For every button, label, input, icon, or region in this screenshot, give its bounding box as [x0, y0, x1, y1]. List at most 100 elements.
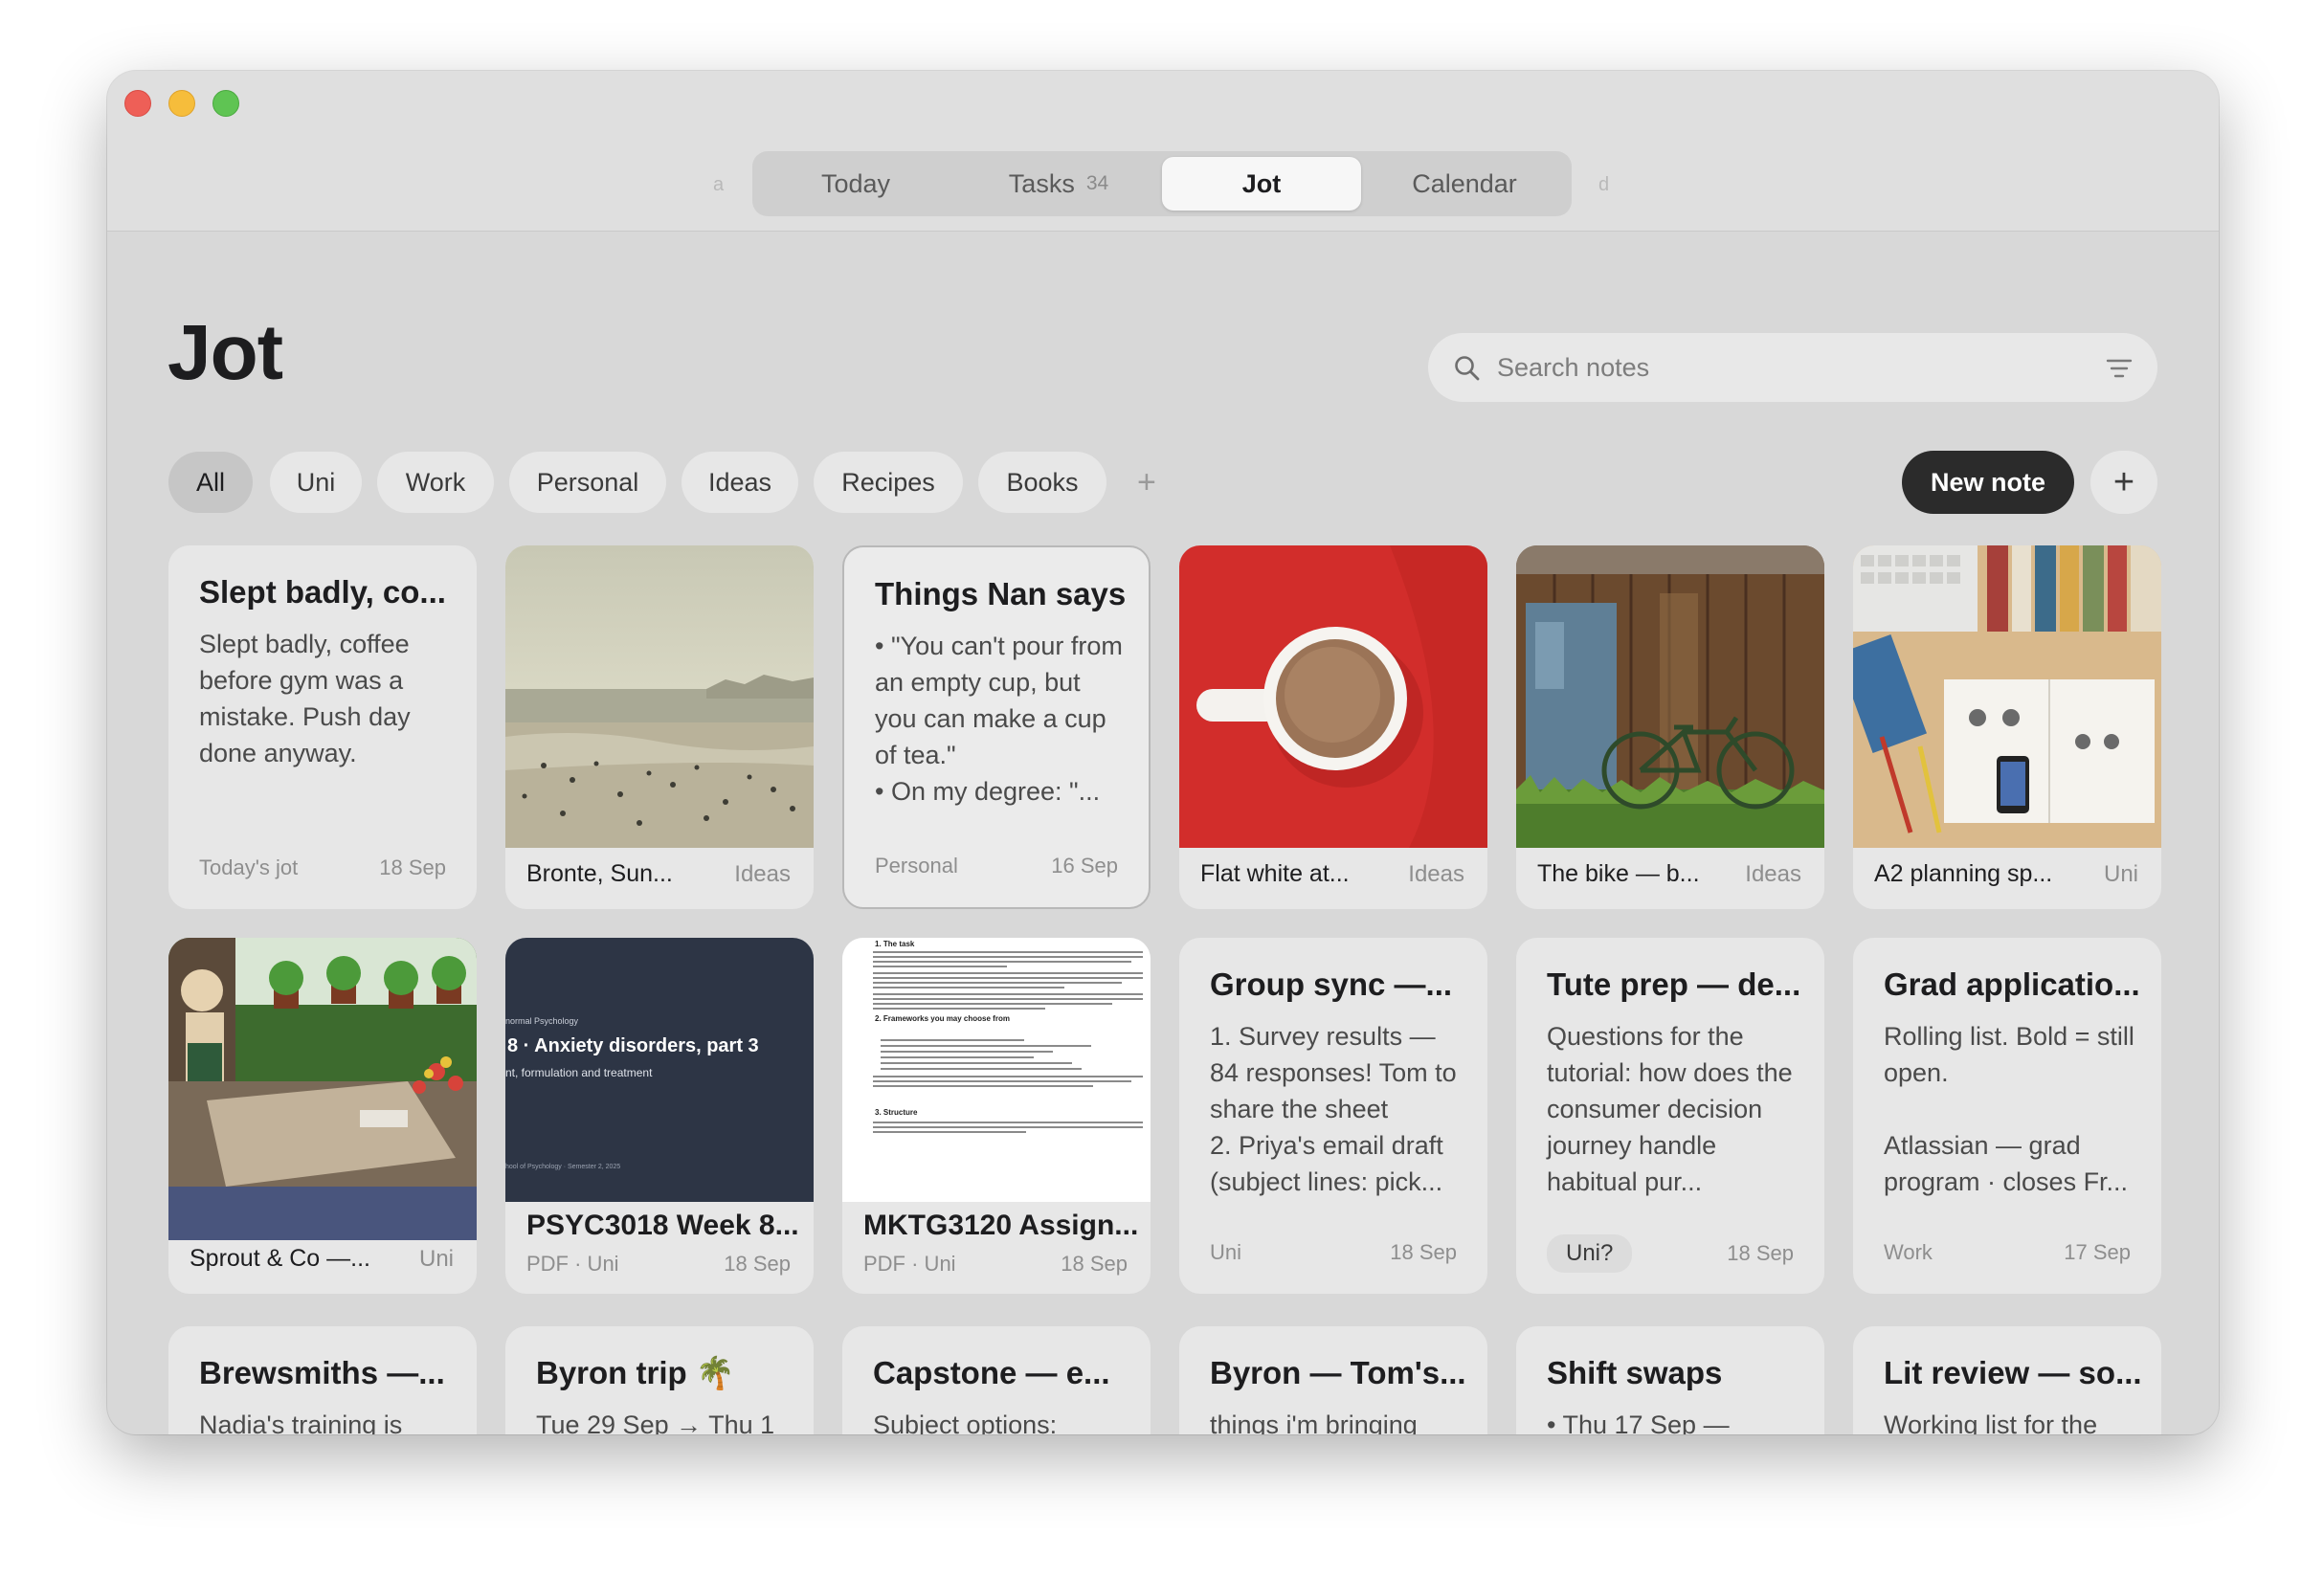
- page-title: Jot: [168, 309, 283, 396]
- note-card-shift-swaps[interactable]: Shift swaps • Thu 17 Sep —: [1516, 1326, 1824, 1434]
- card-tag: Uni: [418, 1246, 454, 1272]
- card-footer: Uni 18 Sep: [1210, 1240, 1457, 1265]
- card-body: • Thu 17 Sep —: [1547, 1410, 1730, 1434]
- tab-jot[interactable]: Jot: [1162, 157, 1361, 211]
- note-card-byron-toms[interactable]: Byron — Tom's... things i'm bringing: [1179, 1326, 1487, 1434]
- card-title: The bike — b...: [1537, 860, 1700, 887]
- tab-today[interactable]: Today: [756, 157, 955, 211]
- tab-calendar[interactable]: Calendar: [1365, 157, 1564, 211]
- filter-chip-recipes[interactable]: Recipes: [814, 452, 963, 513]
- add-filter-button[interactable]: +: [1137, 463, 1156, 501]
- add-button[interactable]: +: [2090, 451, 2157, 514]
- bicycle-photo: [1516, 545, 1824, 848]
- note-card-things-nan-says[interactable]: Things Nan says • "You can't pour from a…: [842, 545, 1151, 909]
- card-date: 17 Sep: [2064, 1240, 2131, 1264]
- card-footer: Work 17 Sep: [1884, 1240, 2131, 1265]
- tasks-count-badge: 34: [1085, 172, 1109, 194]
- card-tag: Ideas: [1745, 861, 1801, 887]
- card-tag: Personal: [875, 854, 958, 877]
- card-body: • "You can't pour from an empty cup, but…: [875, 632, 1123, 806]
- search-bar: [1428, 333, 2157, 402]
- pdf-card-psyc3018[interactable]: normal Psychology 8 · Anxiety disorders,…: [505, 938, 814, 1294]
- card-tag: Ideas: [734, 861, 791, 887]
- card-footer: Personal 16 Sep: [875, 854, 1118, 878]
- slide-subheading: nt, formulation and treatment: [505, 1066, 653, 1079]
- note-card-group-sync[interactable]: Group sync —... 1. Survey results — 84 r…: [1179, 938, 1487, 1294]
- card-title: Byron trip 🌴: [536, 1355, 735, 1390]
- filter-chip-personal[interactable]: Personal: [509, 452, 666, 513]
- card-footer: PDF · Uni 18 Sep: [526, 1252, 791, 1277]
- note-card-lit-review[interactable]: Lit review — so... Working list for the: [1853, 1326, 2161, 1434]
- card-title: Shift swaps: [1547, 1355, 1723, 1390]
- search-input[interactable]: [1497, 346, 2071, 389]
- suggested-tag-badge[interactable]: Uni?: [1547, 1234, 1633, 1273]
- pdf-card-mktg3120[interactable]: 1. The task 2. Frameworks you may choose…: [842, 938, 1151, 1294]
- filter-chip-uni[interactable]: Uni: [270, 452, 362, 513]
- card-body: Subject options:: [873, 1410, 1058, 1434]
- doc-heading-3: 3. Structure: [875, 1108, 918, 1117]
- doc-heading-1: 1. The task: [875, 940, 915, 948]
- photo-card-bronte[interactable]: Bronte, Sun... Ideas: [505, 545, 814, 909]
- tab-tasks[interactable]: Tasks 34: [959, 157, 1158, 211]
- app-window: a Today Tasks34 Jot Calendar d Jot All U…: [107, 71, 2219, 1434]
- note-card-slept-badly[interactable]: Slept badly, co... Slept badly, coffee b…: [168, 545, 477, 909]
- card-caption: Sprout & Co —... Uni: [190, 1245, 454, 1273]
- card-date: 18 Sep: [1390, 1240, 1457, 1264]
- card-body: Rolling list. Bold = still open. Atlassi…: [1884, 1022, 2134, 1196]
- filter-chip-ideas[interactable]: Ideas: [682, 452, 798, 513]
- filter-chip-books[interactable]: Books: [978, 452, 1106, 513]
- card-footer: Uni? 18 Sep: [1547, 1234, 1794, 1273]
- close-window-button[interactable]: [124, 90, 151, 117]
- card-title: Capstone — e...: [873, 1355, 1110, 1390]
- note-card-grad-applications[interactable]: Grad applicatio... Rolling list. Bold = …: [1853, 938, 2161, 1294]
- card-date: 18 Sep: [724, 1252, 791, 1276]
- pdf-thumbnail: normal Psychology 8 · Anxiety disorders,…: [505, 938, 814, 1202]
- photo-card-flat-white[interactable]: Flat white at... Ideas: [1179, 545, 1487, 909]
- search-icon: [1455, 356, 1480, 381]
- note-card-brewsmiths[interactable]: Brewsmiths —... Nadia's training is: [168, 1326, 477, 1434]
- card-title: Byron — Tom's...: [1210, 1355, 1466, 1390]
- card-caption: Flat white at... Ideas: [1200, 860, 1464, 888]
- card-body: Nadia's training is: [199, 1410, 403, 1434]
- card-tag: Work: [1884, 1240, 1933, 1264]
- card-title: Things Nan says: [875, 576, 1127, 611]
- card-date: 16 Sep: [1051, 854, 1118, 877]
- shortcut-hint-left: a: [713, 174, 725, 195]
- card-title: A2 planning sp...: [1874, 860, 2053, 887]
- card-body: Questions for the tutorial: how does the…: [1547, 1022, 1793, 1196]
- filter-chip-work[interactable]: Work: [377, 452, 494, 513]
- card-tag: Ideas: [1408, 861, 1464, 887]
- card-title: Lit review — so...: [1884, 1355, 2140, 1390]
- slide-heading: 8 · Anxiety disorders, part 3: [507, 1035, 759, 1056]
- title-bar: a Today Tasks 34 Jot Calendar d: [107, 71, 2219, 232]
- card-title: Tute prep — de...: [1547, 966, 1801, 1002]
- doc-heading-2: 2. Frameworks you may choose from: [875, 1014, 1010, 1023]
- card-tag: Uni: [2103, 861, 2138, 887]
- card-body: Tue 29 Sep → Thu 1: [536, 1410, 775, 1434]
- new-note-button[interactable]: New note: [1902, 451, 2074, 514]
- desk-flatlay-photo: [1853, 545, 2161, 848]
- photo-card-the-bike[interactable]: The bike — b... Ideas: [1516, 545, 1824, 909]
- card-title: Grad applicatio...: [1884, 966, 2140, 1002]
- minimize-window-button[interactable]: [168, 90, 195, 117]
- filter-icon[interactable]: [2106, 358, 2133, 379]
- card-footer: Today's jot 18 Sep: [199, 855, 446, 880]
- zoom-window-button[interactable]: [212, 90, 239, 117]
- pdf-thumbnail: 1. The task 2. Frameworks you may choose…: [842, 938, 1151, 1202]
- photo-card-sprout-and-co[interactable]: Sprout & Co —... Uni: [168, 938, 477, 1294]
- note-card-tute-prep[interactable]: Tute prep — de... Questions for the tuto…: [1516, 938, 1824, 1294]
- card-caption: A2 planning sp... Uni: [1874, 860, 2138, 888]
- slide-course-label: normal Psychology: [505, 1016, 579, 1026]
- filter-chip-all[interactable]: All: [168, 452, 253, 513]
- card-body: 1. Survey results — 84 responses! Tom to…: [1210, 1022, 1457, 1196]
- beach-photo: [505, 545, 814, 848]
- card-tag: Uni: [1210, 1240, 1242, 1264]
- note-card-byron-trip[interactable]: Byron trip 🌴 Tue 29 Sep → Thu 1: [505, 1326, 814, 1434]
- note-card-capstone[interactable]: Capstone — e... Subject options:: [842, 1326, 1151, 1434]
- card-title: Slept badly, co...: [199, 574, 446, 610]
- doc-text-lines: [873, 951, 1143, 1133]
- card-title: Sprout & Co —...: [190, 1245, 370, 1272]
- photo-card-a2-planning[interactable]: A2 planning sp... Uni: [1853, 545, 2161, 909]
- card-title: MKTG3120 Assign...: [863, 1210, 1139, 1241]
- card-date: 18 Sep: [1061, 1252, 1128, 1276]
